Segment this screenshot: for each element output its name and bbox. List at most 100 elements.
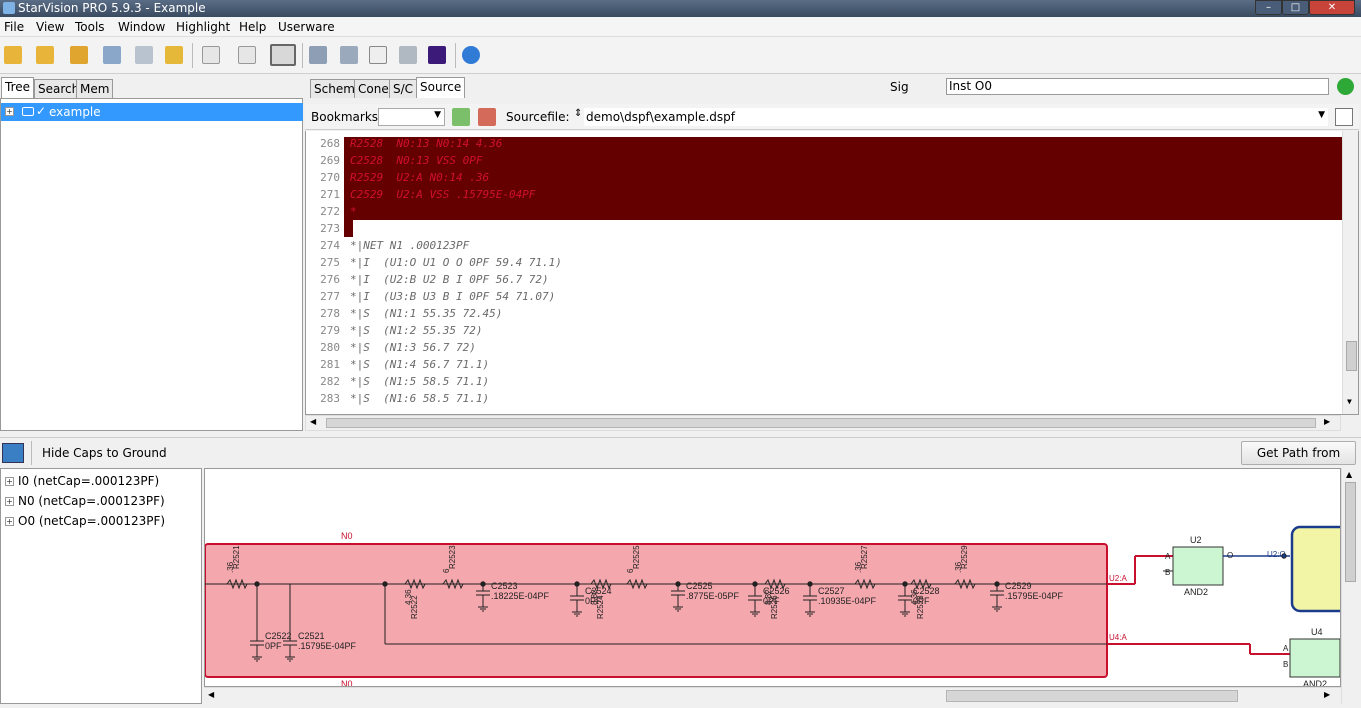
minimize-button[interactable]: – <box>1255 0 1282 15</box>
menu-file[interactable]: File <box>4 20 24 34</box>
line-number: 278 <box>320 307 340 320</box>
text-cursor <box>344 220 353 237</box>
source-line: *|I (U2:B U2 B I 0PF 56.7 72) <box>350 273 549 286</box>
save-icon[interactable] <box>103 46 121 64</box>
menu-tools[interactable]: Tools <box>75 20 105 34</box>
cap-name: C2521 <box>298 631 325 641</box>
sig-input[interactable]: Inst O0 <box>946 78 1329 95</box>
edit-icon[interactable] <box>1335 108 1353 126</box>
hide-caps-label[interactable]: Hide Caps to Ground <box>42 446 167 460</box>
scroll-down-icon[interactable]: ▼ <box>1347 397 1352 406</box>
wrench-icon[interactable] <box>399 46 417 64</box>
cap-name: C2528 <box>913 586 940 596</box>
gate-pin-label: O <box>1227 551 1233 560</box>
gate-pin-label: B <box>1283 660 1288 669</box>
bookmark-remove-icon[interactable] <box>478 108 496 126</box>
spinner-icon[interactable]: ⇕ <box>574 108 582 119</box>
line-number: 279 <box>320 324 340 337</box>
line-number: 272 <box>320 205 340 218</box>
tab-mem[interactable]: Mem <box>76 79 114 98</box>
scroll-left-icon[interactable]: ◀ <box>310 417 316 426</box>
junction-dot <box>382 581 388 587</box>
line-number: 275 <box>320 256 340 269</box>
source-line: *|I (U3:B U3 B I 0PF 54 71.07) <box>350 290 556 303</box>
cap-name: C2527 <box>818 586 845 596</box>
schematic-vscroll[interactable]: ▲ <box>1341 468 1359 704</box>
open-folder-icon[interactable] <box>4 46 22 64</box>
resistor-value: 6 <box>442 568 451 573</box>
check-icon: ✓ <box>36 104 47 118</box>
cap-name: C2526 <box>763 586 790 596</box>
net-item-i0[interactable]: + I0 (netCap=.000123PF) <box>5 474 159 488</box>
gate-pin-label: A <box>1165 552 1171 561</box>
line-number: 268 <box>320 137 340 150</box>
net-item-o0[interactable]: + O0 (netCap=.000123PF) <box>5 514 165 528</box>
scroll-right-icon[interactable]: ▶ <box>1324 417 1330 426</box>
net-label-top: N0 <box>341 531 353 541</box>
line-number: 273 <box>320 222 340 235</box>
close-button[interactable]: ✕ <box>1309 0 1355 15</box>
tab-source[interactable]: Source <box>416 77 466 98</box>
print-icon[interactable] <box>309 46 327 64</box>
document-icon[interactable] <box>369 46 387 64</box>
folder-add-icon[interactable] <box>165 46 183 64</box>
camera-icon[interactable] <box>340 46 358 64</box>
pulse-icon[interactable] <box>238 46 256 64</box>
source-vscroll-thumb[interactable] <box>1346 341 1357 371</box>
rc-icon[interactable] <box>270 44 296 66</box>
sourcefile-select[interactable]: demo\dspf\example.dspf ▼ <box>584 108 1328 126</box>
menu-highlight[interactable]: Highlight <box>176 20 230 34</box>
schematic-hscroll[interactable]: ◀ ▶ <box>204 687 1341 704</box>
line-number: 283 <box>320 392 340 405</box>
schematic-canvas[interactable]: N0 N0 R2521.36R25224.36R25236R25248.82R2… <box>205 469 1341 687</box>
cube-icon[interactable] <box>428 46 446 64</box>
source-line: *|I (U1:O U1 O O 0PF 59.4 71.1) <box>350 256 562 269</box>
source-vscroll[interactable]: ▼ <box>1342 131 1358 414</box>
database-icon[interactable] <box>135 46 153 64</box>
help-icon[interactable] <box>462 46 480 64</box>
tab-tree[interactable]: Tree <box>1 77 35 98</box>
line-number: 276 <box>320 273 340 286</box>
line-number: 282 <box>320 375 340 388</box>
bookmark-add-icon[interactable] <box>452 108 470 126</box>
cap-value: .18225E-04PF <box>491 591 550 601</box>
source-view[interactable]: 268 R2528 N0:13 N0:14 4.36 269 C2528 N0:13 … <box>305 131 1359 415</box>
percent-icon[interactable] <box>202 46 220 64</box>
source-line: * <box>350 205 357 218</box>
tree-root-label: example <box>49 105 101 119</box>
tab-cone[interactable]: Cone <box>354 79 393 98</box>
menu-userware[interactable]: Userware <box>278 20 335 34</box>
junction-dot <box>1281 553 1287 559</box>
gate-type: AND2 <box>1303 679 1327 687</box>
schematic-vscroll-thumb[interactable] <box>1345 482 1356 582</box>
open-folder-arrow-icon[interactable] <box>36 46 54 64</box>
menu-window[interactable]: Window <box>118 20 165 34</box>
schematic-hscroll-thumb[interactable] <box>946 690 1238 702</box>
gate-u2 <box>1172 546 1224 586</box>
cap-name: C2523 <box>491 581 518 591</box>
get-path-from-cone-button[interactable]: Get Path from Cone <box>1241 441 1356 482</box>
tab-sc[interactable]: S/C <box>389 79 418 98</box>
resistor-label: R2523 <box>448 545 457 569</box>
menu-help[interactable]: Help <box>239 20 266 34</box>
tree-row-example[interactable]: + ✓ example <box>1 103 303 121</box>
port-label: U2:A <box>1109 574 1127 583</box>
source-line: *|S (N1:5 58.5 71.1) <box>350 375 490 388</box>
net-item-n0[interactable]: + N0 (netCap=.000123PF) <box>5 494 165 508</box>
tab-schem[interactable]: Schem <box>310 79 359 98</box>
line-number: 274 <box>320 239 340 252</box>
source-hscroll-thumb[interactable] <box>326 418 1316 428</box>
panel-toggle-icon[interactable] <box>2 443 24 463</box>
window-title: StarVision PRO 5.9.3 - Example <box>18 1 206 15</box>
cap-name: C2524 <box>585 586 612 596</box>
source-hscroll[interactable]: ◀ ▶ <box>305 415 1341 431</box>
schematic-view[interactable]: N0 N0 R2521.36 R2522 4.36 R2523 6 R2524 8.82 R2… <box>204 468 1341 687</box>
bookmarks-select[interactable]: ▼ <box>378 108 445 126</box>
menu-view[interactable]: View <box>36 20 64 34</box>
expand-icon[interactable]: + <box>5 107 14 116</box>
open-recent-icon[interactable] <box>70 46 88 64</box>
chevron-down-icon: ▼ <box>1318 110 1325 120</box>
maximize-button[interactable]: □ <box>1282 0 1309 15</box>
cap-name: C2529 <box>1005 581 1032 591</box>
source-line: *|NET N1 .000123PF <box>350 239 470 252</box>
